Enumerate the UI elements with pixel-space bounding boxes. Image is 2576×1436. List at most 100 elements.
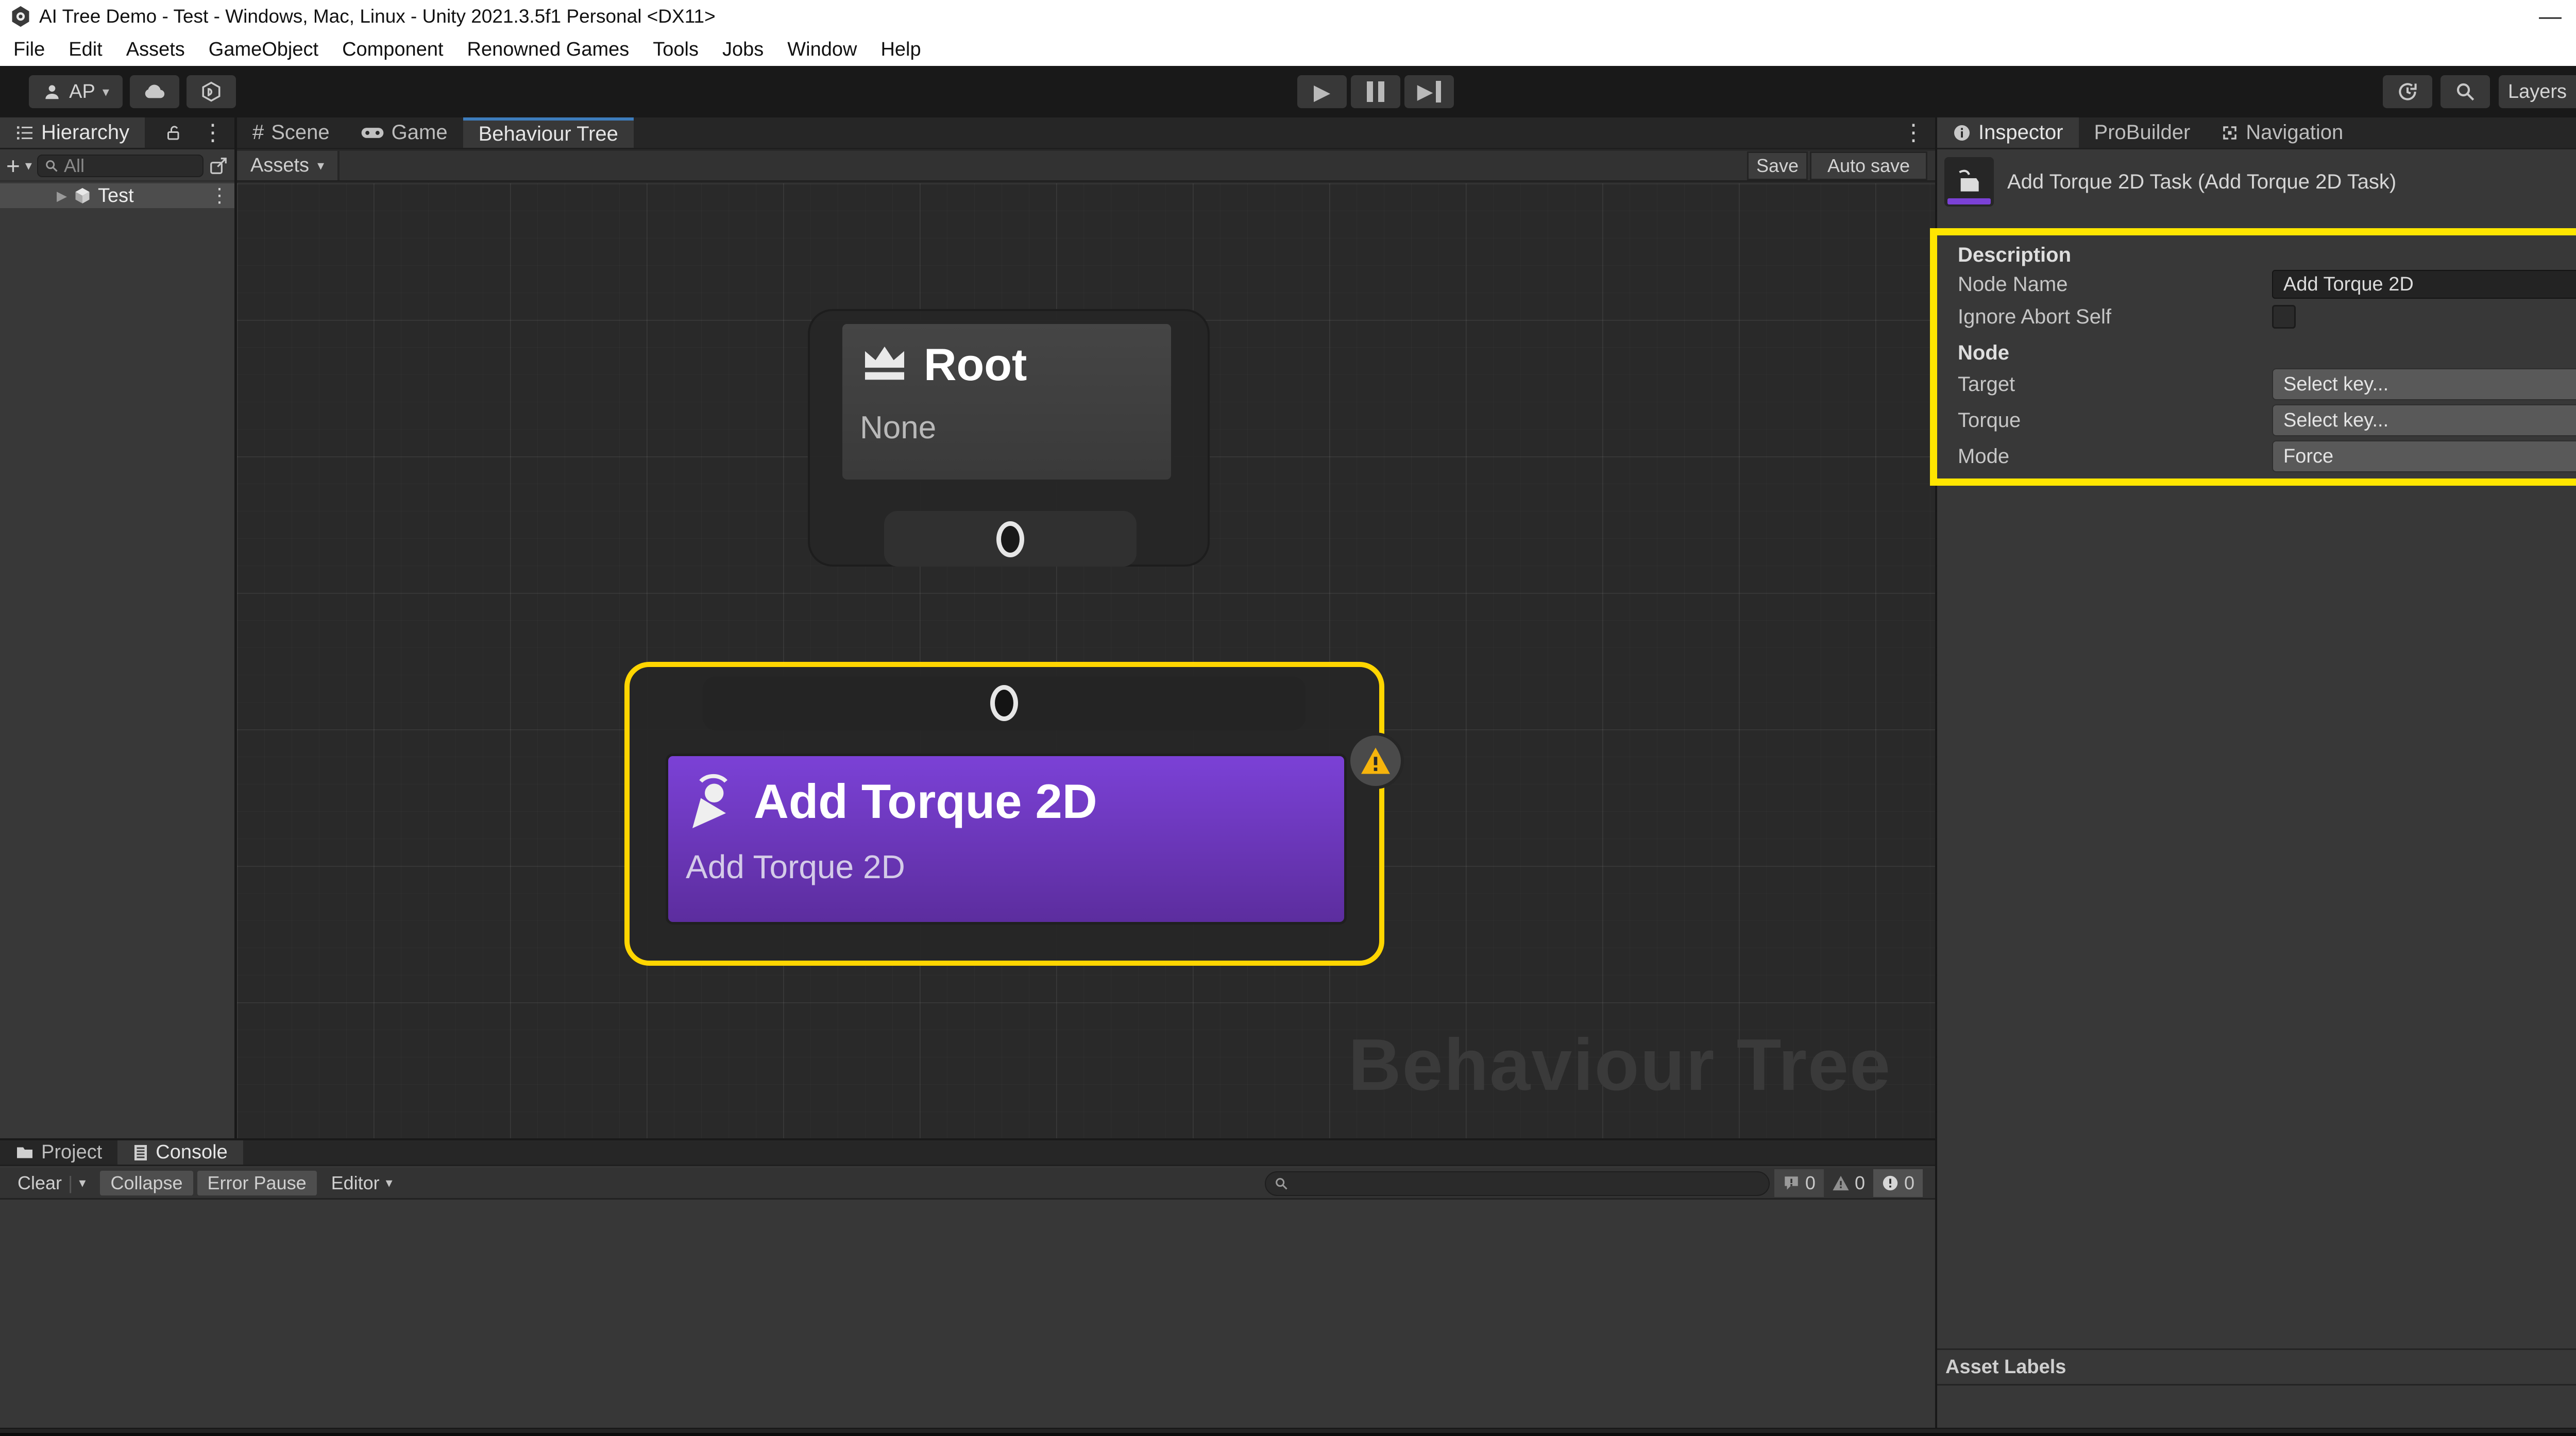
error-count-toggle[interactable]: 0	[1873, 1169, 1923, 1197]
search-icon	[44, 159, 59, 173]
info-count-toggle[interactable]: 0	[1774, 1169, 1824, 1197]
account-label: AP	[69, 81, 95, 103]
menu-edit[interactable]: Edit	[69, 39, 102, 61]
pause-button[interactable]	[1351, 75, 1400, 108]
undo-history-button[interactable]	[2383, 75, 2432, 108]
graph-canvas[interactable]: Behaviour Tree Root None	[237, 183, 1935, 1138]
error-pause-button[interactable]: Error Pause	[197, 1171, 317, 1195]
root-node[interactable]: Root None	[808, 309, 1210, 567]
menu-renowned-games[interactable]: Renowned Games	[467, 39, 630, 61]
lock-icon[interactable]	[164, 124, 183, 142]
tab-inspector[interactable]: Inspector	[1937, 117, 2079, 148]
inspector-panel: Inspector ProBuilder Navigation ⋮	[1937, 117, 2576, 1428]
chevron-down-icon: ▾	[386, 1175, 393, 1191]
menu-help[interactable]: Help	[880, 39, 921, 61]
node-section-header: Node	[1958, 341, 2576, 364]
scene-grid-icon: #	[252, 121, 264, 144]
description-section-header: Description	[1958, 244, 2576, 266]
torque-key-value: Select key...	[2283, 409, 2388, 432]
thumbnail-accent-bar	[1947, 198, 1991, 204]
unity-logo-icon	[9, 4, 32, 29]
menu-tools[interactable]: Tools	[653, 39, 699, 61]
tab-probuilder[interactable]: ProBuilder	[2079, 117, 2206, 148]
step-button[interactable]: ▶	[1404, 75, 1454, 108]
tab-scene-label: Scene	[271, 121, 329, 144]
search-button[interactable]	[2441, 75, 2490, 108]
window-titlebar: AI Tree Demo - Test - Windows, Mac, Linu…	[0, 0, 2576, 33]
version-control-button[interactable]	[187, 75, 236, 108]
tab-navigation[interactable]: Navigation	[2206, 117, 2359, 148]
menubar: File Edit Assets GameObject Component Re…	[0, 33, 2576, 66]
menu-window[interactable]: Window	[787, 39, 857, 61]
search-icon	[2454, 81, 2476, 102]
assets-menu-button[interactable]: Assets ▾	[237, 151, 340, 180]
tab-behaviour-tree[interactable]: Behaviour Tree	[463, 117, 634, 148]
hierarchy-item-test[interactable]: ▶ Test ⋮	[0, 183, 234, 208]
menu-assets[interactable]: Assets	[126, 39, 185, 61]
tab-console[interactable]: Console	[117, 1140, 243, 1165]
main-toolbar: AP ▾ ▶ ▶	[0, 66, 2576, 117]
kebab-menu-icon[interactable]: ⋮	[1902, 122, 1925, 144]
console-count-toggles: 0 0 0	[1774, 1169, 1923, 1197]
play-button[interactable]: ▶	[1297, 75, 1347, 108]
assets-menu-label: Assets	[250, 155, 309, 177]
clear-button[interactable]: Clear | ▾	[7, 1171, 96, 1195]
node-warning-badge[interactable]	[1347, 732, 1404, 789]
kebab-menu-icon[interactable]: ⋮	[201, 122, 224, 144]
hierarchy-panel: Hierarchy ⋮ + ▾ All ▶	[0, 117, 234, 1138]
graph-tabstrip: # Scene Game Behaviour Tree ⋮	[237, 117, 1935, 149]
console-tabstrip: Project Console	[0, 1140, 1935, 1166]
tab-game[interactable]: Game	[345, 117, 463, 148]
asset-labels-header[interactable]: Asset Labels	[1937, 1348, 2576, 1386]
tab-navigation-label: Navigation	[2246, 121, 2343, 144]
gamepad-icon	[361, 125, 384, 141]
root-output-port[interactable]	[996, 521, 1024, 557]
editor-dropdown[interactable]: Editor ▾	[321, 1171, 403, 1195]
menu-jobs[interactable]: Jobs	[722, 39, 764, 61]
collapse-button[interactable]: Collapse	[100, 1171, 193, 1195]
console-search-input[interactable]	[1265, 1171, 1770, 1196]
add-object-button[interactable]: +	[6, 152, 20, 180]
torque-label: Torque	[1958, 409, 2272, 432]
open-in-window-icon[interactable]	[209, 156, 228, 176]
step-icon: ▶	[1417, 80, 1442, 104]
menu-file[interactable]: File	[13, 39, 45, 61]
add-torque-2d-node[interactable]: Add Torque 2D Add Torque 2D	[624, 662, 1384, 966]
info-circle-icon	[1953, 124, 1971, 142]
node-name-input[interactable]	[2272, 270, 2576, 299]
cloud-icon	[143, 83, 166, 100]
account-dropdown[interactable]: AP ▾	[29, 75, 123, 108]
menu-gameobject[interactable]: GameObject	[209, 39, 318, 61]
target-key-dropdown[interactable]: Select key... ▾	[2272, 368, 2576, 400]
target-label: Target	[1958, 373, 2272, 396]
torque-key-dropdown[interactable]: Select key... ▾	[2272, 404, 2576, 436]
add-torque-icon	[686, 771, 739, 832]
menu-component[interactable]: Component	[342, 39, 443, 61]
tab-inspector-label: Inspector	[1978, 121, 2063, 144]
minimize-button[interactable]: —	[2510, 0, 2576, 33]
cloud-services-button[interactable]	[130, 75, 179, 108]
disclosure-triangle-icon[interactable]: ▶	[57, 188, 67, 204]
task-node-subtitle: Add Torque 2D	[668, 848, 1344, 886]
chevron-down-icon[interactable]: ▾	[25, 158, 32, 174]
hierarchy-search-input[interactable]: All	[37, 155, 204, 177]
ignore-abort-checkbox[interactable]	[2272, 305, 2296, 329]
tab-hierarchy[interactable]: Hierarchy	[0, 117, 145, 148]
warning-count-toggle[interactable]: 0	[1824, 1169, 1873, 1197]
save-button[interactable]: Save	[1749, 153, 1806, 179]
tab-behaviour-tree-label: Behaviour Tree	[479, 123, 618, 146]
task-input-port[interactable]	[990, 685, 1018, 721]
tab-scene[interactable]: # Scene	[237, 117, 345, 148]
tab-project[interactable]: Project	[0, 1140, 117, 1165]
tab-project-label: Project	[41, 1141, 102, 1164]
mode-value: Force	[2283, 446, 2333, 468]
autosave-button[interactable]: Auto save	[1811, 153, 1926, 179]
kebab-menu-icon[interactable]: ⋮	[210, 186, 229, 206]
info-count: 0	[1805, 1172, 1816, 1194]
mode-dropdown[interactable]: Force ▾	[2272, 440, 2576, 472]
chevron-down-icon: ▾	[79, 1175, 86, 1191]
hierarchy-tabstrip: Hierarchy ⋮	[0, 117, 234, 149]
mode-label: Mode	[1958, 445, 2272, 468]
chevron-down-icon: ▾	[103, 84, 109, 100]
layers-dropdown[interactable]: Layers ▾	[2499, 75, 2576, 108]
